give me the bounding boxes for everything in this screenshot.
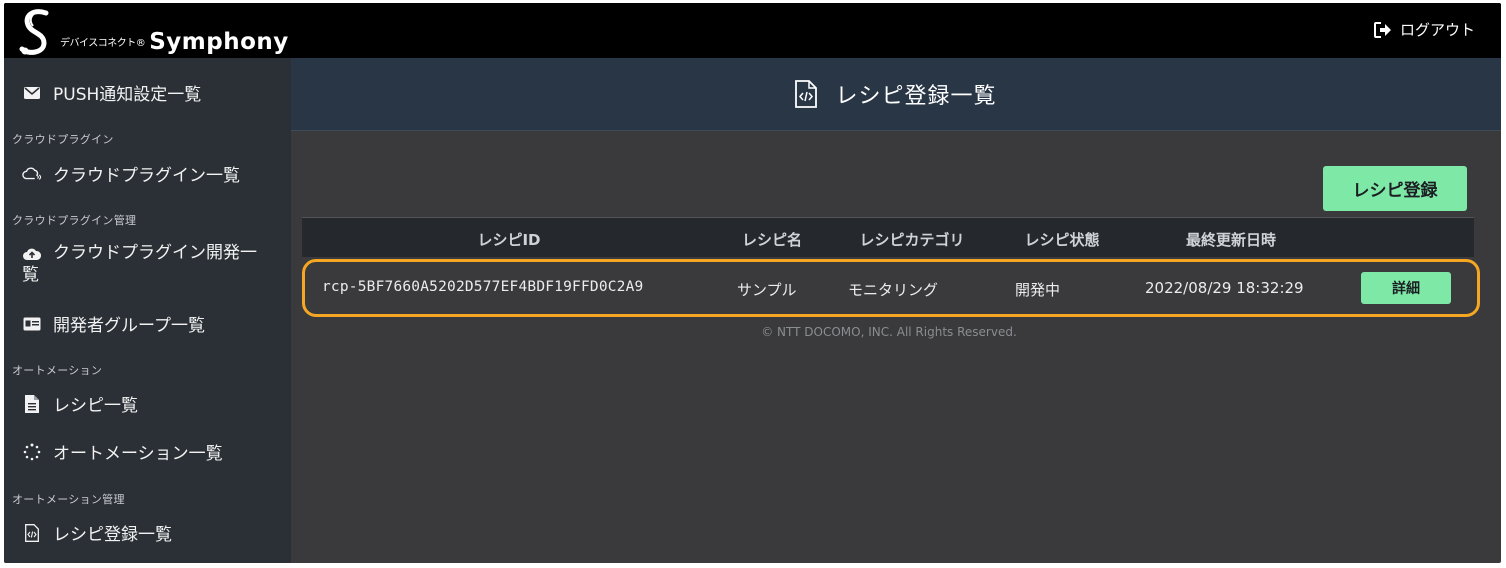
section-header-cloud-plugin: クラウドプラグイン bbox=[12, 133, 114, 146]
sidebar-item-push-settings[interactable]: PUSH通知設定一覧 bbox=[4, 80, 291, 105]
sidebar-item-automation-list[interactable]: オートメーション一覧 bbox=[4, 439, 291, 464]
sidebar-item-recipe-register-list[interactable]: レシピ登録一覧 bbox=[4, 520, 291, 545]
sidebar-item-cloud-plugin-list[interactable]: クラウドプラグイン一覧 bbox=[4, 161, 291, 186]
cell-recipe-name: サンプル bbox=[737, 281, 797, 299]
sidebar-item-recipe-list[interactable]: レシピ一覧 bbox=[4, 391, 291, 416]
logout-button[interactable]: ログアウト bbox=[1373, 19, 1475, 40]
register-recipe-button[interactable]: レシピ登録 bbox=[1323, 166, 1467, 211]
sidebar-item-label: クラウドプラグイン開発一 bbox=[53, 243, 257, 263]
sidebar-item-developer-groups[interactable]: 開発者グループ一覧 bbox=[4, 311, 291, 336]
document-icon bbox=[22, 394, 42, 414]
table-row[interactable]: rcp-5BF7660A5202D577EF4BDF19FFD0C2A9 サンプ… bbox=[302, 259, 1480, 317]
sidebar-item-label: 開発者グループ一覧 bbox=[53, 316, 205, 336]
logout-icon bbox=[1373, 21, 1391, 38]
page-header: レシピ登録一覧 bbox=[291, 58, 1501, 131]
sidebar: PUSH通知設定一覧 クラウドプラグイン クラウドプラグイン一覧 クラウドプラグ… bbox=[4, 58, 291, 563]
cell-recipe-status: 開発中 bbox=[1015, 281, 1061, 299]
section-header-cloud-plugin-admin: クラウドプラグイン管理 bbox=[12, 214, 137, 227]
sidebar-item-label: オートメーション一覧 bbox=[53, 444, 223, 464]
table-header: レシピID レシピ名 レシピカテゴリ レシピ状態 最終更新日時 bbox=[302, 217, 1474, 257]
envelope-icon bbox=[22, 83, 42, 103]
brand-name: Symphony bbox=[149, 29, 289, 55]
logout-label: ログアウト bbox=[1399, 21, 1475, 39]
cell-last-updated: 2022/08/29 18:32:29 bbox=[1145, 279, 1304, 297]
sidebar-item-label: クラウドプラグイン一覧 bbox=[53, 166, 240, 186]
column-header-recipe-name: レシピ名 bbox=[741, 231, 803, 249]
cloud-icon bbox=[22, 164, 42, 184]
page-title-text: レシピ登録一覧 bbox=[835, 84, 997, 109]
top-bar: デバイスコネクト® Symphony ログアウト bbox=[4, 3, 1501, 58]
spinner-icon bbox=[22, 442, 42, 462]
sidebar-item-label-continued: 覧 bbox=[22, 265, 39, 285]
sidebar-item-label: PUSH通知設定一覧 bbox=[53, 85, 202, 105]
page-title: レシピ登録一覧 bbox=[795, 78, 996, 110]
copyright-footer: © NTT DOCOMO, INC. All Rights Reserved. bbox=[761, 325, 1017, 339]
code-file-icon bbox=[22, 523, 42, 543]
cell-recipe-category: モニタリング bbox=[848, 281, 939, 299]
brand-logo[interactable]: デバイスコネクト® Symphony bbox=[16, 5, 289, 57]
code-file-icon bbox=[795, 80, 818, 108]
id-card-icon bbox=[22, 314, 42, 334]
app-window: デバイスコネクト® Symphony ログアウト PUSH通知設定一覧 クラウド… bbox=[4, 3, 1501, 563]
section-header-automation: オートメーション bbox=[12, 364, 103, 377]
cloud-upload-icon bbox=[22, 244, 42, 264]
column-header-recipe-id: レシピID bbox=[477, 231, 541, 249]
sidebar-item-label: レシピ登録一覧 bbox=[53, 525, 172, 545]
column-header-last-updated: 最終更新日時 bbox=[1185, 231, 1277, 249]
cell-recipe-id: rcp-5BF7660A5202D577EF4BDF19FFD0C2A9 bbox=[322, 279, 644, 295]
symphony-s-logo-icon bbox=[19, 9, 49, 55]
sidebar-item-cloud-plugin-dev-list[interactable]: クラウドプラグイン開発一 覧 bbox=[4, 242, 291, 286]
column-header-recipe-category: レシピカテゴリ bbox=[859, 231, 965, 249]
section-header-automation-admin: オートメーション管理 bbox=[12, 493, 125, 506]
column-header-recipe-status: レシピ状態 bbox=[1024, 231, 1100, 249]
brand-subtitle: デバイスコネクト® bbox=[60, 38, 146, 49]
detail-button[interactable]: 詳細 bbox=[1361, 272, 1451, 304]
sidebar-item-label-wrap: クラウドプラグイン開発一 覧 bbox=[22, 242, 283, 286]
sidebar-item-label: レシピ一覧 bbox=[53, 396, 138, 416]
